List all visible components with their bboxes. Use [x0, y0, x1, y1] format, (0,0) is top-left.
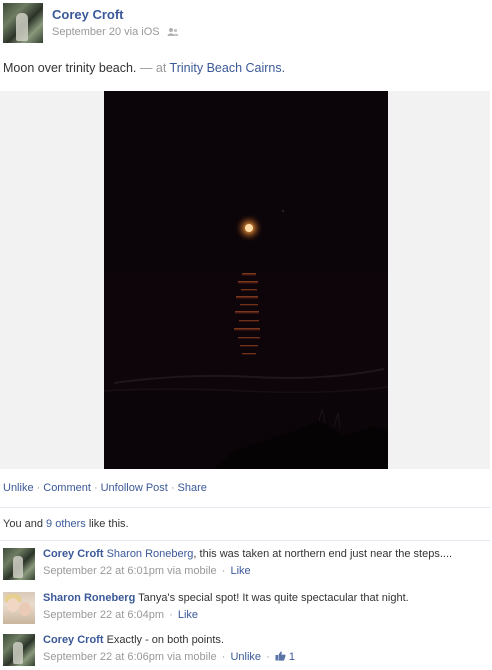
comment-mention-link[interactable]: Sharon Roneberg	[107, 548, 194, 560]
commenter-name-link[interactable]: Corey Croft	[43, 548, 104, 560]
likes-suffix: like this.	[88, 518, 129, 530]
likes-summary: You and 9 others like this.	[0, 507, 490, 541]
comment-item: Sharon Roneberg Tanya's special spot! It…	[0, 588, 490, 628]
commenter-avatar[interactable]	[3, 592, 35, 624]
commenter-avatar[interactable]	[3, 634, 35, 666]
comment-time-link[interactable]: September 22 at 6:01pm	[43, 565, 164, 577]
comment-item: Corey Croft Sharon Roneberg, this was ta…	[0, 544, 490, 584]
friends-icon[interactable]	[167, 27, 179, 37]
comment-text: Exactly - on both points.	[106, 634, 224, 646]
at-prefix: — at	[139, 61, 167, 75]
comment-time-link[interactable]: September 22 at 6:06pm	[43, 651, 164, 663]
comment-text: Tanya's special spot! It was quite spect…	[138, 592, 409, 604]
post-photo[interactable]	[104, 91, 388, 469]
comment-like-link[interactable]: Like	[230, 565, 250, 577]
author-name-link[interactable]: Corey Croft	[52, 7, 124, 22]
post-actions: Unlike · Comment · Unfollow Post · Share	[3, 482, 207, 494]
photo-container	[0, 91, 490, 469]
comment-item: Corey Croft Exactly - on both points. Se…	[0, 630, 490, 670]
comment-time-link[interactable]: September 22 at 6:04pm	[43, 609, 164, 621]
moon-photo-graphic	[104, 91, 388, 469]
likes-others-link[interactable]: 9 others	[46, 518, 86, 530]
post-date-link[interactable]: September 20	[52, 26, 121, 38]
thumbs-up-icon[interactable]	[275, 651, 286, 661]
post-message: Moon over trinity beach. — at Trinity Be…	[3, 61, 285, 75]
post-header: Corey Croft September 20 via iOS	[0, 0, 492, 52]
commenter-avatar[interactable]	[3, 548, 35, 580]
author-avatar[interactable]	[3, 3, 43, 43]
post-meta: September 20 via iOS	[52, 26, 179, 38]
unfollow-post-link[interactable]: Unfollow Post	[101, 482, 168, 494]
share-link[interactable]: Share	[178, 482, 207, 494]
unlike-link[interactable]: Unlike	[3, 482, 34, 494]
comment-via: via mobile	[167, 651, 217, 663]
comment-text: , this was taken at northern end just ne…	[193, 548, 453, 560]
commenter-name-link[interactable]: Corey Croft	[43, 634, 104, 646]
comment-like-link[interactable]: Like	[178, 609, 198, 621]
comment-link[interactable]: Comment	[43, 482, 91, 494]
post-via: via iOS	[124, 26, 160, 38]
commenter-name-link[interactable]: Sharon Roneberg	[43, 592, 135, 604]
likes-prefix: You and	[3, 518, 43, 530]
post-text: Moon over trinity beach.	[3, 61, 137, 75]
comment-unlike-link[interactable]: Unlike	[230, 651, 261, 663]
location-link[interactable]: Trinity Beach Cairns.	[170, 61, 286, 75]
comment-like-count[interactable]: 1	[289, 651, 295, 663]
comment-via: via mobile	[167, 565, 217, 577]
